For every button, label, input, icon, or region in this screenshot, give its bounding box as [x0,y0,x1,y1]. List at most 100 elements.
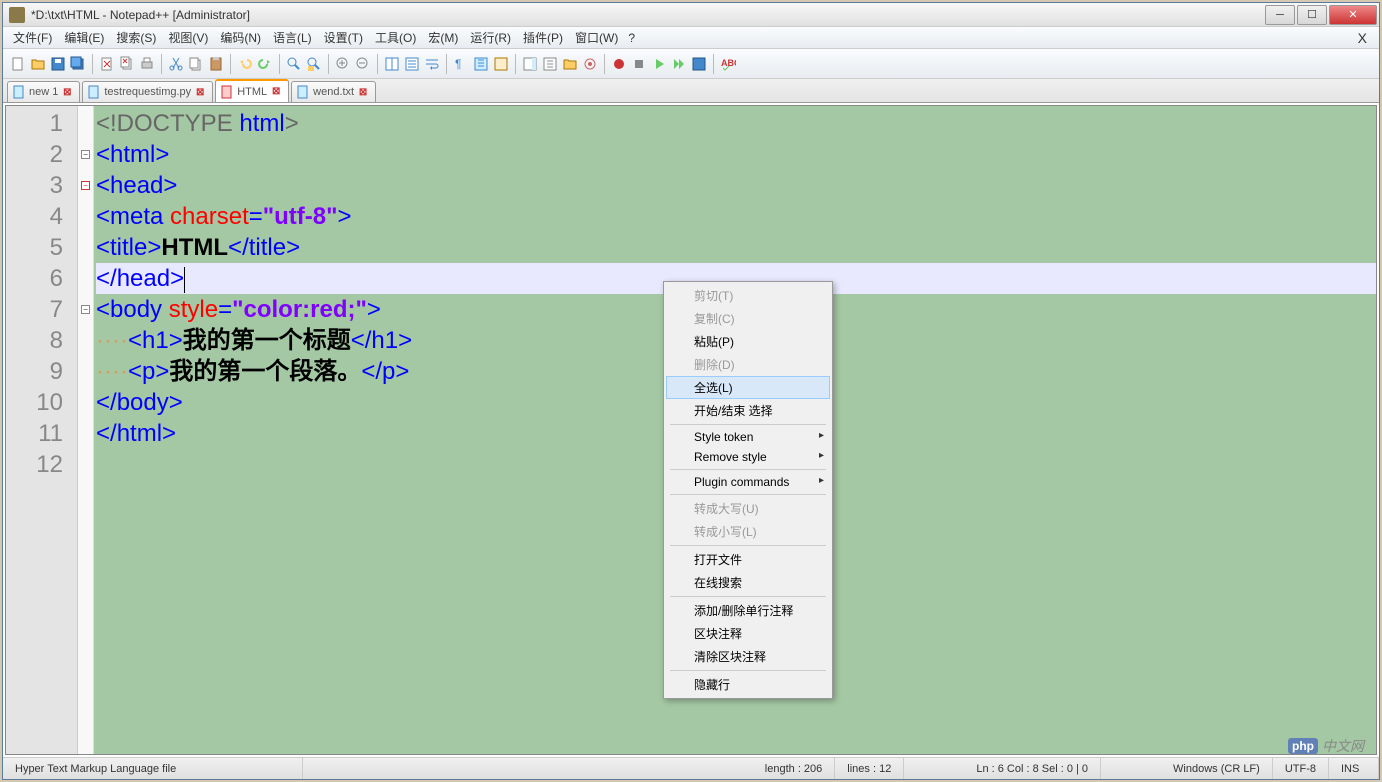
menu-settings[interactable]: 设置(T) [318,27,369,48]
tab-close-icon[interactable]: ⊠ [270,86,282,98]
spellcheck-icon[interactable]: ABC [719,55,737,73]
show-all-char-icon[interactable]: ¶ [452,55,470,73]
tab-label: HTML [237,86,267,98]
tab-testrequestimg[interactable]: testrequestimg.py ⊠ [82,81,213,102]
toolbar: ¶ ABC [3,49,1379,79]
status-mode[interactable]: INS [1329,758,1379,779]
save-all-icon[interactable] [69,55,87,73]
menu-edit[interactable]: 编辑(E) [58,27,110,48]
copy-icon[interactable] [187,55,205,73]
context-menu: 剪切(T) 复制(C) 粘贴(P) 删除(D) 全选(L) 开始/结束 选择 S… [663,281,833,699]
open-file-icon[interactable] [29,55,47,73]
minimize-button[interactable]: ─ [1265,5,1295,25]
monitor-icon[interactable] [581,55,599,73]
play-icon[interactable] [650,55,668,73]
status-lines: lines : 12 [835,758,904,779]
save-icon[interactable] [49,55,67,73]
tab-label: new 1 [29,86,58,98]
ctx-begin-end-select[interactable]: 开始/结束 选择 [666,399,830,422]
file-icon [296,85,310,99]
zoom-out-icon[interactable] [354,55,372,73]
sync-h-icon[interactable] [403,55,421,73]
replace-icon[interactable] [305,55,323,73]
lang-icon[interactable] [492,55,510,73]
menu-help[interactable]: ? [622,29,641,47]
undo-icon[interactable] [236,55,254,73]
new-file-icon[interactable] [9,55,27,73]
redo-icon[interactable] [256,55,274,73]
file-modified-icon [220,85,234,99]
folder-icon[interactable] [561,55,579,73]
menu-plugins[interactable]: 插件(P) [517,27,569,48]
php-logo: php [1288,738,1318,754]
ctx-clear-block-comment[interactable]: 清除区块注释 [666,645,830,668]
ctx-style-token[interactable]: Style token [666,427,830,447]
tab-close-icon[interactable]: ⊠ [357,86,369,98]
ctx-plugin-commands[interactable]: Plugin commands [666,472,830,492]
separator [670,469,826,470]
menu-window[interactable]: 窗口(W) [569,27,624,48]
fold-toggle-icon[interactable]: − [81,150,90,159]
func-list-icon[interactable] [541,55,559,73]
cut-icon[interactable] [167,55,185,73]
tab-close-icon[interactable]: ⊠ [194,86,206,98]
app-icon [9,7,25,23]
menu-macro[interactable]: 宏(M) [422,27,464,48]
separator [670,670,826,671]
menu-encoding[interactable]: 编码(N) [214,27,267,48]
print-icon[interactable] [138,55,156,73]
menu-view[interactable]: 视图(V) [162,27,214,48]
ctx-select-all[interactable]: 全选(L) [666,376,830,399]
find-icon[interactable] [285,55,303,73]
menu-close-doc[interactable]: X [1352,28,1375,48]
zoom-in-icon[interactable] [334,55,352,73]
close-all-icon[interactable] [118,55,136,73]
file-icon [87,85,101,99]
menu-tools[interactable]: 工具(O) [369,27,422,48]
ctx-toggle-comment[interactable]: 添加/删除单行注释 [666,599,830,622]
ctx-online-search[interactable]: 在线搜索 [666,571,830,594]
tab-wend[interactable]: wend.txt ⊠ [291,81,376,102]
menu-file[interactable]: 文件(F) [7,27,58,48]
tab-close-icon[interactable]: ⊠ [61,86,73,98]
doc-map-icon[interactable] [521,55,539,73]
fold-gutter[interactable]: − − − [78,106,94,754]
ctx-uppercase: 转成大写(U) [666,497,830,520]
record-icon[interactable] [610,55,628,73]
menu-search[interactable]: 搜索(S) [110,27,162,48]
play-multi-icon[interactable] [670,55,688,73]
paste-icon[interactable] [207,55,225,73]
indent-guide-icon[interactable] [472,55,490,73]
fold-toggle-icon[interactable]: − [81,181,90,190]
tab-new1[interactable]: new 1 ⊠ [7,81,80,102]
fold-toggle-icon[interactable]: − [81,305,90,314]
maximize-button[interactable]: ☐ [1297,5,1327,25]
status-eol[interactable]: Windows (CR LF) [1161,758,1273,779]
sync-v-icon[interactable] [383,55,401,73]
status-encoding[interactable]: UTF-8 [1273,758,1329,779]
menu-run[interactable]: 运行(R) [464,27,517,48]
ctx-remove-style[interactable]: Remove style [666,447,830,467]
status-filetype: Hyper Text Markup Language file [3,758,303,779]
ctx-block-comment[interactable]: 区块注释 [666,622,830,645]
separator [670,596,826,597]
close-icon[interactable] [98,55,116,73]
menu-language[interactable]: 语言(L) [267,27,318,48]
statusbar: Hyper Text Markup Language file length :… [3,757,1379,779]
tab-label: wend.txt [313,86,354,98]
ctx-lowercase: 转成小写(L) [666,520,830,543]
ctx-paste[interactable]: 粘贴(P) [666,330,830,353]
wordwrap-icon[interactable] [423,55,441,73]
text-cursor [184,267,185,293]
stop-icon[interactable] [630,55,648,73]
status-position: Ln : 6 Col : 8 Sel : 0 | 0 [964,758,1101,779]
titlebar[interactable]: *D:\txt\HTML - Notepad++ [Administrator]… [3,3,1379,27]
watermark: php 中文网 [1288,736,1364,756]
ctx-open-file[interactable]: 打开文件 [666,548,830,571]
window-title: *D:\txt\HTML - Notepad++ [Administrator] [31,8,1265,22]
svg-text:¶: ¶ [455,57,461,71]
save-macro-icon[interactable] [690,55,708,73]
close-button[interactable]: ✕ [1329,5,1377,25]
ctx-hide-lines[interactable]: 隐藏行 [666,673,830,696]
tab-html[interactable]: HTML ⊠ [215,79,289,102]
